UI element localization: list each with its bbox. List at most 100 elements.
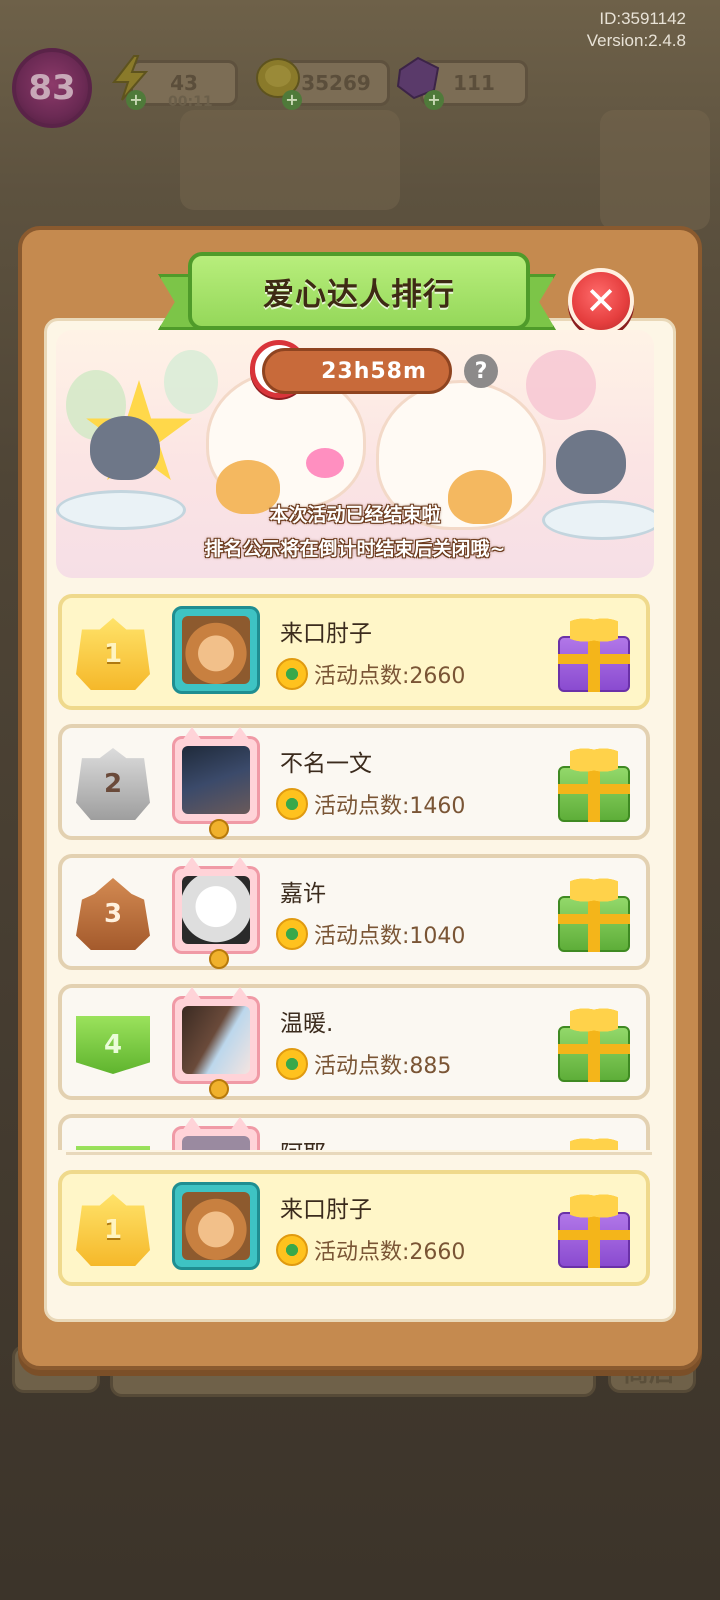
gem-plus-icon[interactable]: + [424,90,444,110]
rank-medal-gold: 1 [76,1194,150,1266]
points-text: 活动点数:1040 [314,924,466,949]
my-ranking: 1 来口肘子 活动点数:2660 [58,1166,654,1286]
points-row: 活动点数:2660 [276,1234,465,1266]
points-text: 活动点数:2660 [314,664,466,689]
points-row: 活动点数:885 [276,1048,451,1080]
ranking-row-1[interactable]: 1 来口肘子 活动点数:2660 [58,594,650,710]
frame-ear [227,987,253,1005]
gift-ribbon [588,1026,600,1082]
gift-ribbon [558,1044,630,1054]
close-button[interactable]: ✕ [568,268,634,334]
rank-number: 1 [103,1215,123,1245]
energy-timer: 00:11 [168,94,213,110]
gift-bow [570,612,618,642]
my-ranking-row[interactable]: 1 来口肘子 活动点数:2660 [58,1170,650,1286]
frame-ear [227,857,253,875]
balloon-decoration [164,350,218,414]
avatar-frame[interactable] [172,857,260,969]
rank-number: 1 [103,639,123,669]
gift-bow [570,1132,618,1150]
frame-ear [179,1117,205,1135]
gift-bow [570,1188,618,1218]
gift-bow [570,742,618,772]
gray-cat-left [90,416,160,480]
gift-ribbon [588,1212,600,1268]
frame-ear [179,727,205,745]
gift-ribbon [588,896,600,952]
ranking-close-notice: 排名公示将在倒计时结束后关闭哦~ [204,538,506,560]
gift-ribbon [558,784,630,794]
gray-cat-right [556,430,626,494]
rank-badge-green: 5 [76,1146,150,1150]
gift-ribbon [588,636,600,692]
level-value: 83 [28,68,76,108]
energy-value: 43 [170,71,198,95]
dialog-title-banner: 爱心达人排行 [188,252,530,330]
gift-bow [570,1002,618,1032]
gem-value: 111 [453,71,495,95]
gift-ribbon [558,1230,630,1240]
reward-gift-icon[interactable] [558,612,630,692]
avatar [182,1006,250,1074]
avatar [182,746,250,814]
bell-icon [209,819,229,839]
ranking-row-4[interactable]: 4 温暖. 活动点数:885 [58,984,650,1100]
flower-icon [276,1234,308,1266]
ranking-list[interactable]: 1 来口肘子 活动点数:2660 2 不名一文 活动点数:1460 3 嘉许 活… [58,590,654,1150]
frame-ear [227,727,253,745]
avatar-frame[interactable] [172,727,260,839]
reward-gift-icon[interactable] [558,742,630,822]
event-ended-notice: 本次活动已经结束啦 [269,504,441,526]
points-text: 活动点数:1460 [314,794,466,819]
player-name: 不名一文 [280,751,372,777]
flower-icon [276,658,308,690]
player-name: 温暖. [280,1011,334,1037]
avatar [182,876,250,944]
frame-ear [227,1117,253,1135]
energy-plus-icon[interactable]: + [126,90,146,110]
avatar-frame[interactable] [172,987,260,1099]
rank-medal-bronze: 3 [76,878,150,950]
close-icon: ✕ [585,279,617,323]
reward-gift-icon[interactable] [558,1132,630,1150]
debug-info: ID:3591142 Version:2.4.8 [587,8,686,52]
balloon-decoration [526,350,596,420]
ranking-row-3[interactable]: 3 嘉许 活动点数:1040 [58,854,650,970]
dialog-title: 爱心达人排行 [263,276,455,313]
rank-badge-green: 4 [76,1016,150,1074]
flower-icon [276,1048,308,1080]
player-name: 来口肘子 [280,1197,372,1223]
ranking-row-2[interactable]: 2 不名一文 活动点数:1460 [58,724,650,840]
help-button[interactable]: ? [464,354,498,388]
points-row: 活动点数:1460 [276,788,465,820]
background-decoration [600,110,710,230]
gift-ribbon [558,914,630,924]
heart-decoration [306,448,344,478]
points-row: 活动点数:2660 [276,658,465,690]
gift-ribbon [588,766,600,822]
rank-number: 4 [103,1030,123,1060]
question-icon: ? [474,358,488,384]
ranking-row-5[interactable]: 5 阿耶 [58,1114,650,1150]
reward-gift-icon[interactable] [558,1002,630,1082]
points-text: 活动点数:2660 [314,1240,466,1265]
avatar-frame[interactable] [172,1117,260,1150]
player-name: 来口肘子 [280,621,372,647]
frame-ear [179,987,205,1005]
rank-medal-silver: 2 [76,748,150,820]
coin-plus-icon[interactable]: + [282,90,302,110]
gift-ribbon [558,654,630,664]
reward-gift-icon[interactable] [558,1188,630,1268]
countdown-value: 23h58m [321,358,427,384]
rank-number: 2 [103,769,123,799]
points-text: 活动点数:885 [314,1054,452,1079]
version-text: Version:2.4.8 [586,31,686,50]
level-badge[interactable]: 83 [12,48,92,128]
background-decoration [180,110,400,210]
reward-gift-icon[interactable] [558,872,630,952]
list-divider [66,1152,652,1155]
rank-medal-gold: 1 [76,618,150,690]
countdown-timer: 23h58m [262,348,452,394]
avatar-frame[interactable] [172,1182,260,1270]
avatar-frame[interactable] [172,606,260,694]
